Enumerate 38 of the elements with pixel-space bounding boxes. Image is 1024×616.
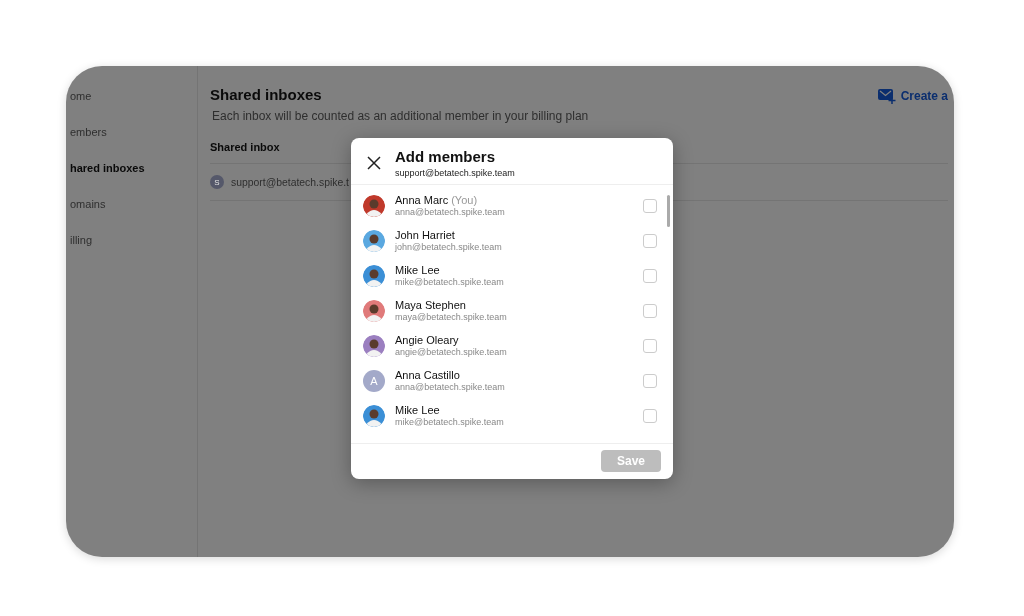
dialog-title: Add members bbox=[395, 148, 497, 165]
checkbox[interactable] bbox=[643, 303, 657, 318]
mail-plus-icon bbox=[877, 88, 896, 104]
sidebar-item[interactable]: ome bbox=[70, 88, 92, 104]
member-email: anna@betatech.spike.team bbox=[395, 382, 505, 392]
checkbox[interactable] bbox=[643, 408, 657, 423]
member-name: Anna Castillo bbox=[395, 369, 460, 381]
dialog-subtitle: support@betatech.spike.team bbox=[395, 168, 515, 178]
sidebar-item[interactable]: hared inboxes bbox=[70, 160, 145, 176]
member-name: Mike Lee bbox=[395, 404, 440, 416]
checkbox[interactable] bbox=[643, 233, 657, 248]
sidebar-item[interactable]: illing bbox=[70, 232, 92, 248]
member-email: maya@betatech.spike.team bbox=[395, 312, 507, 322]
checkbox[interactable] bbox=[643, 268, 657, 283]
checkbox[interactable] bbox=[643, 338, 657, 353]
create-button[interactable]: Create a bbox=[877, 88, 948, 104]
member-name: Mike Lee bbox=[395, 264, 440, 276]
member-note: (You) bbox=[451, 194, 478, 206]
checkbox[interactable] bbox=[643, 373, 657, 388]
avatar: A bbox=[363, 369, 385, 392]
close-icon[interactable] bbox=[367, 156, 381, 170]
member-email: mike@betatech.spike.team bbox=[395, 277, 504, 287]
page-title: Shared inboxes bbox=[210, 86, 322, 103]
member-email: anna@betatech.spike.team bbox=[395, 207, 505, 217]
checkbox[interactable] bbox=[643, 198, 657, 213]
inbox-avatar: S bbox=[210, 175, 224, 189]
inbox-address: support@betatech.spike.t bbox=[231, 176, 349, 188]
member-name: John Harriet bbox=[395, 229, 455, 241]
sidebar-item[interactable]: embers bbox=[70, 124, 107, 140]
member-name: Maya Stephen bbox=[395, 299, 466, 311]
member-email: mike@betatech.spike.team bbox=[395, 417, 504, 427]
scrollbar[interactable] bbox=[667, 195, 670, 227]
member-name: Anna Marc bbox=[395, 194, 449, 206]
page-subtitle: Each inbox will be counted as an additional member in your billing plan bbox=[212, 109, 589, 123]
member-email: angie@betatech.spike.team bbox=[395, 347, 507, 357]
sidebar-item[interactable]: omains bbox=[70, 196, 106, 212]
member-name: Angie Oleary bbox=[395, 334, 459, 346]
member-email: john@betatech.spike.team bbox=[395, 242, 502, 252]
